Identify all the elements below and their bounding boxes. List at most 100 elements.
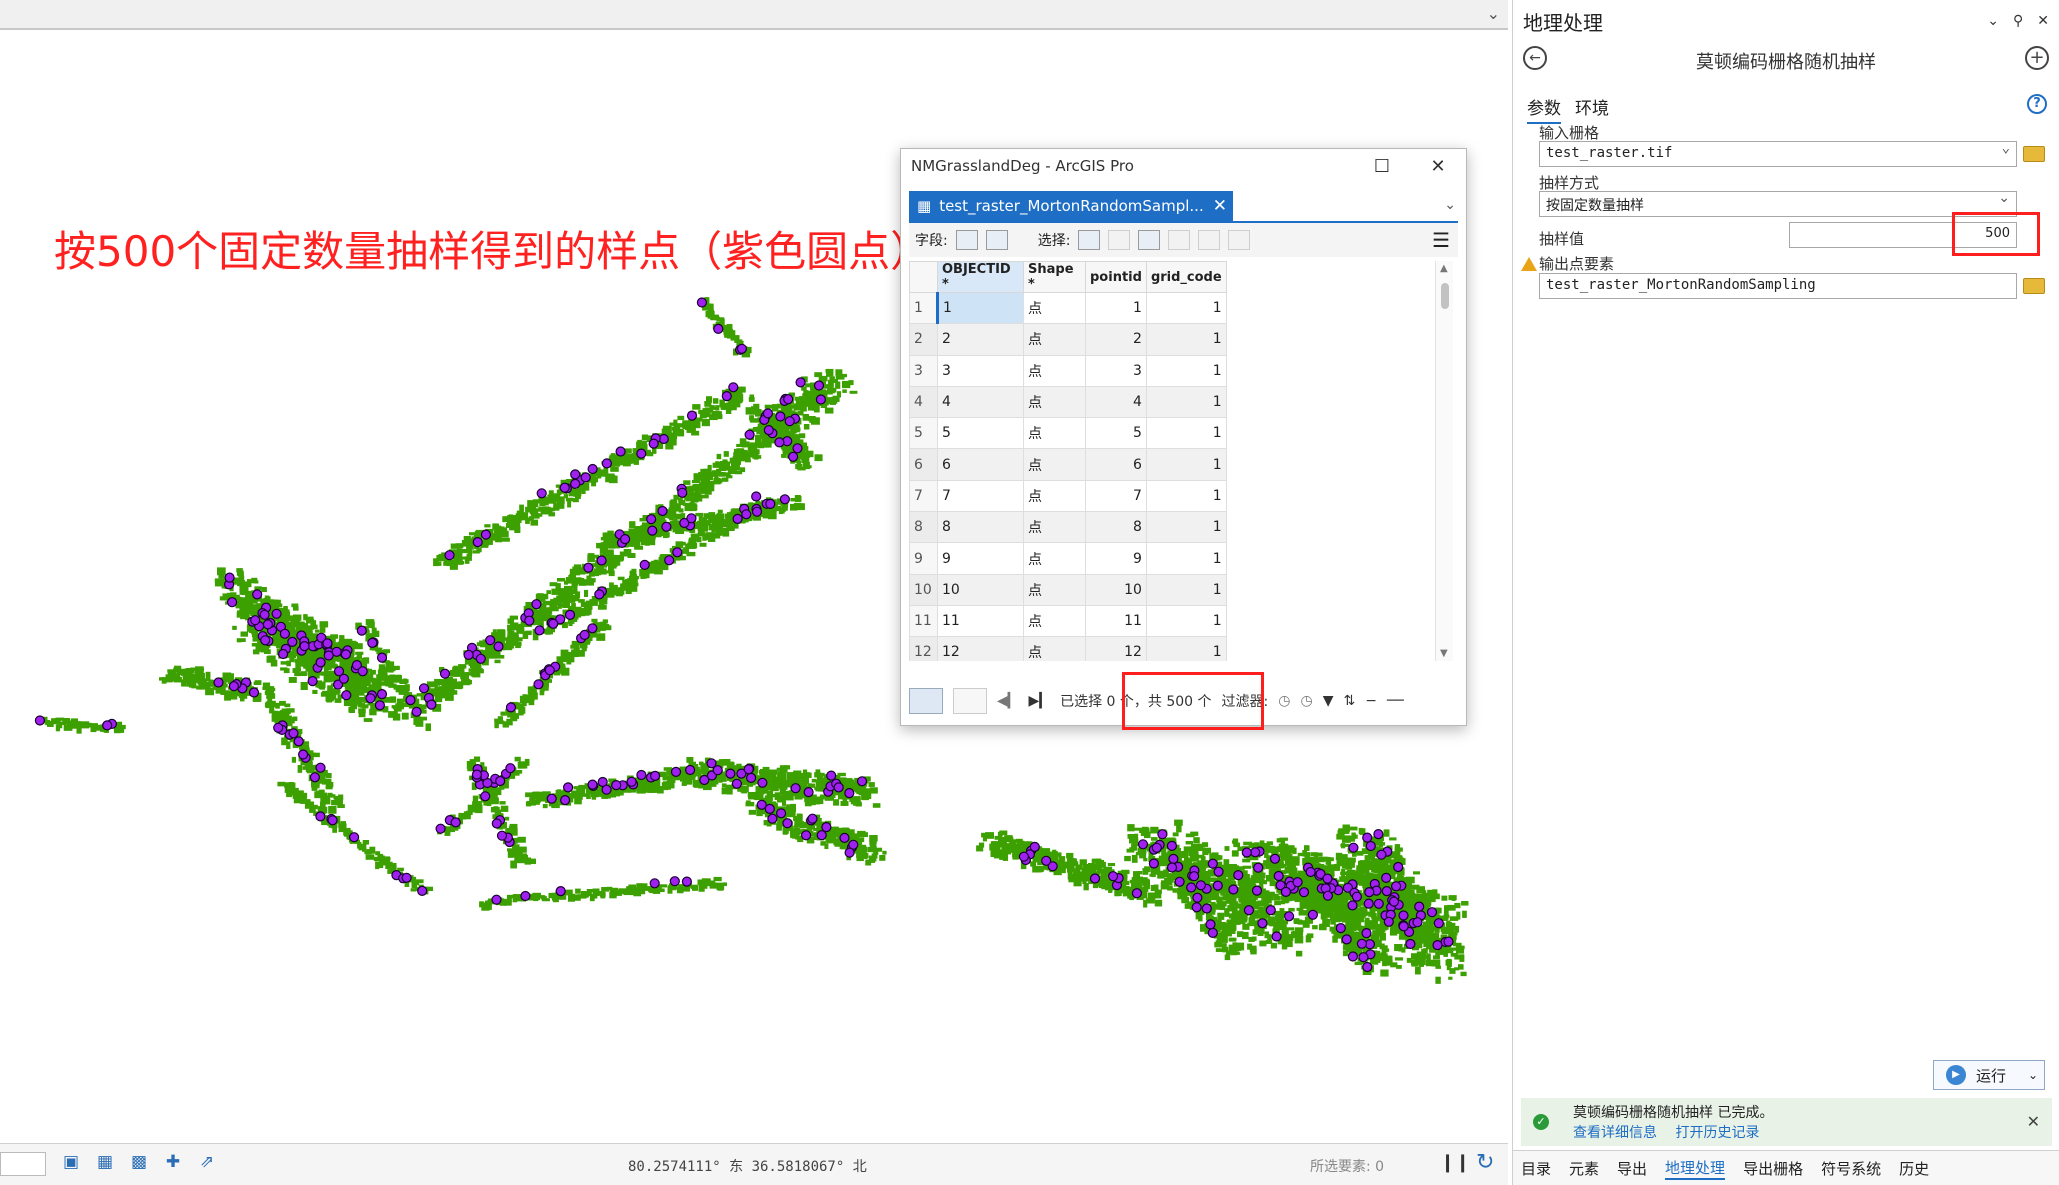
raster-cell (716, 453, 722, 460)
raster-cell (1259, 907, 1265, 915)
raster-cell (363, 718, 373, 722)
raster-cell (375, 861, 380, 870)
raster-cell (622, 582, 630, 586)
raster-cell (540, 895, 546, 900)
raster-cell (331, 799, 337, 806)
raster-cell (1270, 942, 1278, 949)
raster-cell (1202, 847, 1211, 854)
raster-cell (516, 859, 526, 864)
raster-cell (741, 786, 748, 794)
raster-cell (533, 895, 541, 901)
raster-cell (458, 812, 465, 820)
raster-cell (1115, 890, 1122, 897)
raster-cell (678, 497, 683, 503)
raster-cell (711, 882, 717, 887)
raster-cell (560, 497, 565, 503)
raster-cell (277, 781, 286, 787)
raster-cell (751, 418, 760, 423)
raster-cell (730, 337, 735, 341)
raster-cell (294, 672, 301, 677)
raster-cell (319, 621, 329, 628)
raster-cell (238, 575, 245, 581)
raster-cell (1297, 920, 1306, 925)
raster-cell (872, 803, 881, 808)
raster-cell (383, 649, 391, 654)
raster-cell (434, 686, 442, 692)
raster-cell (499, 801, 506, 805)
raster-cell (727, 466, 734, 470)
raster-cell (1242, 865, 1252, 869)
raster-cell (633, 890, 642, 897)
raster-cell (1264, 852, 1269, 859)
raster-cell (1190, 831, 1199, 836)
raster-cell (563, 588, 573, 593)
raster-cell (1295, 950, 1303, 957)
raster-cell (798, 813, 803, 822)
raster-cell (1341, 868, 1346, 877)
raster-cell (697, 520, 702, 528)
raster-cell (1176, 824, 1182, 833)
raster-cell (1248, 842, 1256, 849)
raster-cell (612, 891, 617, 897)
raster-cell (303, 623, 309, 630)
raster-cell (768, 794, 776, 798)
raster-cell (699, 761, 704, 766)
raster-cell (1267, 916, 1276, 921)
raster-cell (494, 659, 501, 664)
raster-cell (794, 495, 801, 503)
raster-cell (790, 503, 798, 511)
raster-cell (429, 682, 438, 687)
raster-cell (666, 781, 675, 789)
raster-cell (814, 454, 823, 462)
raster-cell (764, 404, 773, 409)
raster-cell (557, 578, 566, 582)
raster-cell (703, 525, 708, 530)
raster-cell (702, 517, 708, 521)
raster-cell (719, 518, 725, 522)
raster-cell (978, 842, 985, 848)
raster-cell (1222, 894, 1228, 901)
raster-cell (319, 627, 326, 633)
raster-cell (1292, 930, 1299, 937)
raster-cell (1276, 838, 1282, 843)
raster-cell (218, 574, 225, 579)
raster-cell (861, 853, 868, 859)
raster-cell (716, 468, 722, 474)
raster-cell (1244, 887, 1252, 895)
raster-cell (285, 708, 295, 713)
raster-cell (192, 676, 198, 682)
raster-cell (596, 633, 606, 641)
raster-cell (1269, 863, 1278, 867)
raster-cell (1034, 867, 1040, 872)
raster-cell (393, 665, 400, 671)
raster-cell (835, 375, 845, 380)
raster-cell (636, 441, 641, 450)
raster-cell (1166, 837, 1176, 841)
raster-cell (865, 859, 872, 866)
raster-cell (997, 831, 1003, 836)
raster-cell (1247, 922, 1256, 927)
raster-cell (591, 618, 598, 623)
raster-cell (527, 858, 536, 865)
raster-cell (1232, 840, 1239, 844)
raster-cell (364, 850, 372, 855)
raster-cell (1235, 903, 1242, 909)
raster-cell (425, 723, 432, 731)
raster-cell (324, 673, 331, 678)
raster-cell (794, 396, 800, 401)
raster-cell (265, 687, 274, 694)
raster-cell (705, 532, 713, 540)
raster-cell (297, 765, 303, 773)
raster-cell (1248, 881, 1256, 887)
raster-cell (1183, 861, 1191, 870)
raster-cell (713, 477, 721, 485)
raster-cell (524, 758, 530, 766)
raster-cell (782, 801, 787, 806)
raster-cell (596, 891, 605, 896)
raster-cell (1217, 912, 1225, 920)
chevron-down-icon[interactable]: ⌄ (1487, 4, 1500, 23)
raster-cell (1269, 894, 1274, 901)
raster-cell (462, 679, 471, 686)
raster-cell (697, 527, 704, 531)
raster-cell (800, 406, 807, 412)
